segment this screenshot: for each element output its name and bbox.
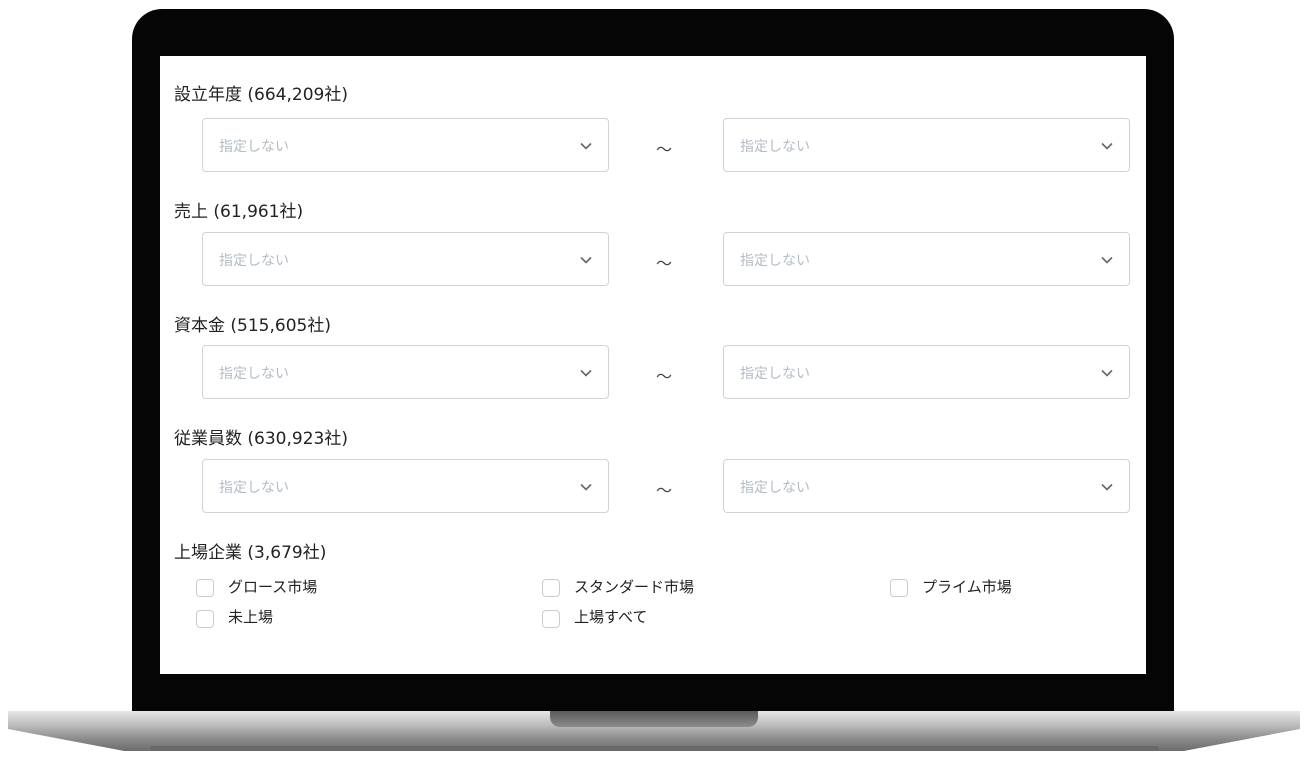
chevron-down-icon: [580, 483, 592, 491]
chevron-down-icon: [1101, 483, 1113, 491]
founded-year-from-select[interactable]: 指定しない: [202, 118, 609, 172]
select-placeholder: 指定しない: [740, 480, 810, 496]
select-placeholder: 指定しない: [219, 253, 289, 269]
checkbox-standard-market[interactable]: [542, 579, 560, 597]
filter-label-sales: 売上 (61,961社): [174, 202, 304, 222]
founded-year-to-select[interactable]: 指定しない: [723, 118, 1130, 172]
employees-from-select[interactable]: 指定しない: [202, 459, 609, 513]
chevron-down-icon: [1101, 369, 1113, 377]
select-placeholder: 指定しない: [219, 480, 289, 496]
chevron-down-icon: [580, 142, 592, 150]
checkbox-all-listed[interactable]: [542, 610, 560, 628]
checkbox-growth-market[interactable]: [196, 579, 214, 597]
checkbox-prime-market[interactable]: [890, 579, 908, 597]
capital-to-select[interactable]: 指定しない: [723, 345, 1130, 399]
checkbox-label-unlisted[interactable]: 未上場: [228, 606, 273, 627]
select-placeholder: 指定しない: [740, 139, 810, 155]
select-placeholder: 指定しない: [740, 253, 810, 269]
range-separator: ～: [656, 254, 673, 273]
chevron-down-icon: [1101, 142, 1113, 150]
filter-label-capital: 資本金 (515,605社): [174, 316, 331, 336]
checkbox-label-prime-market[interactable]: プライム市場: [922, 576, 1012, 597]
chevron-down-icon: [580, 256, 592, 264]
filter-panel: 設立年度 (664,209社) 指定しない ～ 指定しない 売上 (61,961…: [160, 56, 1146, 674]
laptop-shadow: [150, 746, 1158, 752]
range-separator: ～: [656, 481, 673, 500]
checkbox-unlisted[interactable]: [196, 610, 214, 628]
select-placeholder: 指定しない: [219, 366, 289, 382]
select-placeholder: 指定しない: [740, 366, 810, 382]
checkbox-label-all-listed[interactable]: 上場すべて: [574, 606, 647, 627]
laptop-notch: [550, 711, 758, 727]
sales-to-select[interactable]: 指定しない: [723, 232, 1130, 286]
chevron-down-icon: [580, 369, 592, 377]
range-separator: ～: [656, 140, 673, 159]
range-separator: ～: [656, 367, 673, 386]
filter-label-founded-year: 設立年度 (664,209社): [174, 85, 348, 105]
filter-label-listed: 上場企業 (3,679社): [174, 543, 327, 563]
employees-to-select[interactable]: 指定しない: [723, 459, 1130, 513]
capital-from-select[interactable]: 指定しない: [202, 345, 609, 399]
checkbox-label-growth-market[interactable]: グロース市場: [228, 576, 317, 597]
filter-label-employees: 従業員数 (630,923社): [174, 429, 348, 449]
checkbox-label-standard-market[interactable]: スタンダード市場: [574, 576, 694, 597]
select-placeholder: 指定しない: [219, 139, 289, 155]
chevron-down-icon: [1101, 256, 1113, 264]
sales-from-select[interactable]: 指定しない: [202, 232, 609, 286]
